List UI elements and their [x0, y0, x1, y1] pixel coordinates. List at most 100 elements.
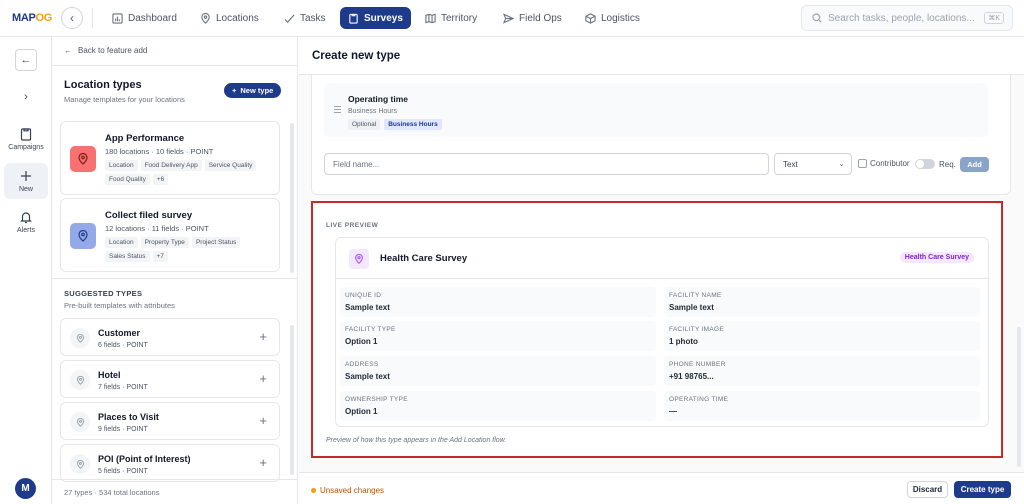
location-type-card[interactable]: App Performance 180 locations · 10 field… — [60, 121, 280, 195]
nav-logistics[interactable]: Logistics — [577, 7, 648, 29]
main-scrollbar[interactable] — [1017, 327, 1021, 467]
preview-field: FACILITY IMAGE 1 photo — [664, 321, 980, 351]
rail-item-campaigns[interactable]: Campaigns — [4, 127, 48, 151]
create-type-main: Create new type Operating time Business … — [299, 37, 1024, 504]
expand-panel-button[interactable]: › — [15, 86, 37, 108]
clipboard-icon — [349, 13, 358, 24]
suggested-scrollbar[interactable] — [290, 325, 294, 475]
global-search[interactable]: Search tasks, people, locations... ⌘K — [801, 5, 1013, 31]
preview-card: Health Care Survey Health Care Survey UN… — [335, 237, 990, 427]
map-pin-icon — [70, 454, 90, 474]
checkbox[interactable] — [858, 159, 867, 168]
map-pin-icon — [70, 328, 90, 348]
panel-subtitle: Manage templates for your locations — [64, 95, 185, 104]
unsaved-indicator: Unsaved changes — [311, 486, 384, 495]
nav-dashboard[interactable]: Dashboard — [104, 7, 185, 29]
nav-back-button[interactable]: ‹ — [61, 7, 83, 29]
panel-divider — [52, 65, 298, 66]
preview-badge: Health Care Survey — [899, 252, 974, 263]
tag-more: +6 — [152, 174, 169, 185]
page-title: Create new type — [312, 50, 401, 62]
app-logo[interactable]: MAPOG — [12, 12, 52, 24]
drag-handle-icon[interactable] — [334, 106, 341, 115]
required-label: Req. — [939, 160, 956, 169]
required-toggle[interactable] — [915, 159, 935, 169]
map-pin-icon — [70, 223, 96, 249]
new-type-button[interactable]: + New type — [224, 83, 282, 98]
preview-footnote: Preview of how this type appears in the … — [326, 437, 507, 444]
tag-more: +7 — [152, 251, 168, 262]
arrow-left-icon: ← — [20, 54, 32, 66]
suggested-type-card[interactable]: Customer 6 fields · POINT + — [60, 318, 280, 356]
back-to-feature-link[interactable]: ← Back to feature add — [64, 46, 147, 55]
main-footer: Unsaved changes Discard Create type — [299, 472, 1024, 504]
add-icon[interactable]: + — [259, 413, 267, 428]
map-pin-icon — [70, 146, 96, 172]
collapse-panel-button[interactable]: ← — [15, 49, 37, 71]
add-icon[interactable]: + — [259, 455, 267, 470]
clipboard-icon — [20, 128, 32, 141]
main-header: Create new type — [299, 37, 1024, 75]
types-summary: 27 types · 534 total locations — [64, 488, 160, 497]
optional-tag: Optional — [348, 119, 381, 130]
search-input[interactable]: Search tasks, people, locations... — [828, 13, 975, 24]
nav-locations[interactable]: Locations — [192, 7, 267, 29]
field-type-tag: Business Hours — [384, 119, 442, 130]
nav-territory[interactable]: Territory — [417, 7, 485, 29]
rail-item-alerts[interactable]: Alerts — [4, 210, 48, 234]
send-icon — [503, 12, 514, 24]
icon-rail: ← › Campaigns New Alerts M — [0, 37, 52, 504]
section-divider — [52, 278, 298, 279]
chevron-right-icon: › — [24, 91, 28, 103]
field-type-select[interactable]: Text ⌄ — [774, 153, 852, 175]
field-row-operating-time[interactable]: Operating time Business Hours Optional B… — [324, 83, 988, 137]
tag: Location — [105, 160, 138, 171]
type-tags: Location Food Delivery App Service Quali… — [105, 160, 275, 185]
preview-field: OPERATING TIME — — [664, 391, 980, 421]
nav-surveys[interactable]: Surveys — [340, 7, 411, 29]
map-icon — [425, 13, 436, 23]
nav-tasks[interactable]: Tasks — [276, 7, 334, 29]
preview-field: ADDRESS Sample text — [340, 356, 656, 386]
map-pin-icon — [70, 370, 90, 390]
tag: Food Quality — [105, 174, 150, 185]
plus-icon: + — [232, 86, 237, 95]
location-type-card[interactable]: Collect filed survey 12 locations · 11 f… — [60, 198, 280, 272]
footer-divider — [52, 479, 298, 480]
add-icon[interactable]: + — [259, 329, 267, 344]
tag: Project Status — [191, 237, 241, 248]
avatar[interactable]: M — [15, 478, 36, 499]
suggested-subtitle: Pre-built templates with attributes — [64, 301, 175, 310]
bar-chart-icon — [112, 12, 123, 24]
tag: Property Type — [140, 237, 189, 248]
preview-field: FACILITY NAME Sample text — [664, 287, 980, 317]
location-types-panel: ← Back to feature add Location types Man… — [52, 37, 298, 504]
box-icon — [585, 12, 596, 24]
types-scrollbar[interactable] — [290, 123, 294, 273]
contributor-checkbox[interactable]: Contributor — [858, 159, 910, 168]
field-name-input[interactable]: Field name... — [324, 153, 769, 175]
shortcut-badge: ⌘K — [984, 12, 1004, 24]
suggested-type-card[interactable]: Places to Visit 9 fields · POINT + — [60, 402, 280, 440]
preview-field: UNIQUE ID Sample text — [340, 287, 656, 317]
tag: Food Delivery App — [140, 160, 202, 171]
top-bar: MAPOG ‹ Dashboard Locations Tasks Survey… — [0, 0, 1024, 37]
map-pin-icon — [349, 249, 369, 269]
suggested-type-card[interactable]: Hotel 7 fields · POINT + — [60, 360, 280, 398]
add-field-button[interactable]: Add — [960, 157, 989, 172]
suggested-title: SUGGESTED TYPES — [64, 289, 143, 298]
preview-type-name: Health Care Survey — [380, 253, 468, 264]
plus-icon — [21, 171, 31, 181]
create-type-button[interactable]: Create type — [954, 481, 1011, 498]
nav-divider — [92, 8, 93, 28]
live-preview-label: LIVE PREVIEW — [326, 222, 379, 229]
add-icon[interactable]: + — [259, 371, 267, 386]
check-icon — [284, 13, 295, 23]
chevron-down-icon: ⌄ — [838, 159, 845, 168]
live-preview-section: LIVE PREVIEW Health Care Survey Health C… — [311, 201, 1003, 458]
discard-button[interactable]: Discard — [907, 481, 948, 498]
rail-item-new[interactable]: New — [4, 163, 48, 199]
preview-divider — [336, 278, 990, 279]
nav-field-ops[interactable]: Field Ops — [495, 7, 570, 29]
suggested-type-card[interactable]: POI (Point of Interest) 5 fields · POINT… — [60, 444, 280, 482]
